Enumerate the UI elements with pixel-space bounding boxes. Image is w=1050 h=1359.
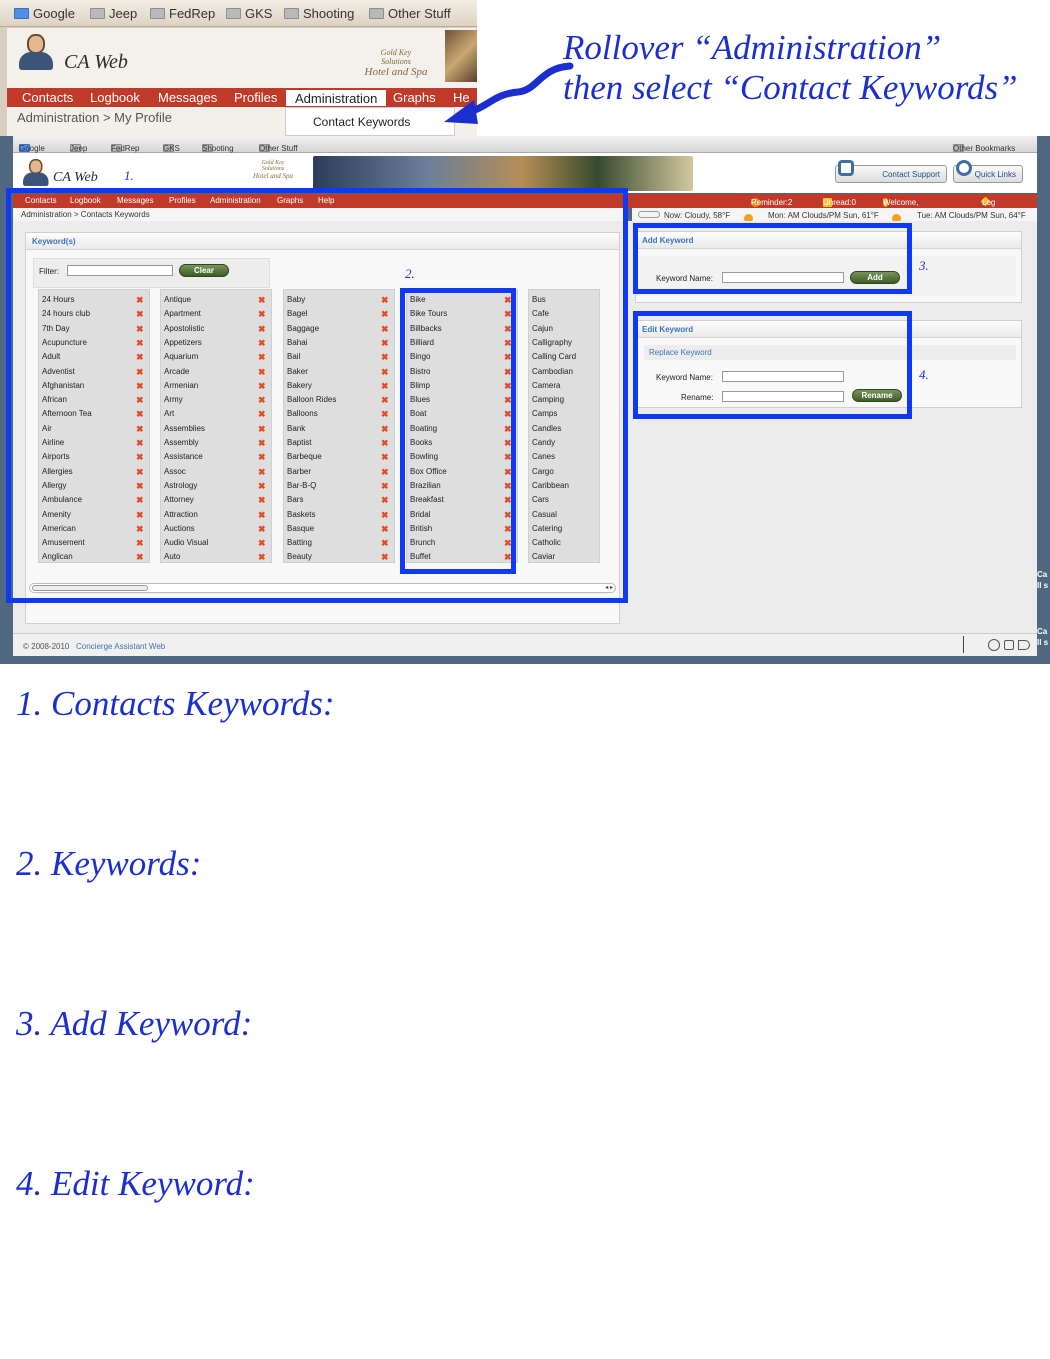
label-edit-keyword: 4. Edit Keyword: [16, 1164, 255, 1203]
annotation-arrow-icon [444, 62, 574, 124]
weather-bar: Now: Cloudy, 58°F Mon: AM Clouds/PM Sun,… [632, 208, 1037, 223]
quick-links-button[interactable]: Quick Links [953, 160, 1023, 183]
google-icon [14, 8, 29, 19]
instruction-annotation: Rollover “Administration” then select “C… [563, 28, 1018, 107]
marker-4: 4. [919, 367, 929, 382]
link-icon [956, 160, 972, 176]
footer: © 2008-2010 Concierge Assistant Web [13, 633, 1037, 656]
menu-item-contact-keywords[interactable]: Contact Keywords [285, 107, 455, 136]
hotel-banner-photo [313, 156, 693, 191]
label-keywords: 2. Keywords: [16, 844, 202, 883]
highlight-box-4 [633, 311, 912, 419]
highlight-box-2 [400, 288, 516, 574]
avatar-icon [19, 34, 53, 74]
folder-icon [284, 8, 299, 19]
bookmark-google[interactable]: Google [14, 6, 75, 21]
app-header: CA Web Gold Key Solutions Hotel and Spa … [13, 153, 1037, 193]
highlight-box-1 [6, 188, 628, 603]
nav-graphs[interactable]: Graphs [393, 90, 436, 105]
nav-contacts[interactable]: Contacts [22, 90, 73, 105]
folder-icon [226, 8, 241, 19]
clock-icon[interactable] [988, 639, 1000, 651]
chat-icon [838, 160, 854, 176]
app-title: CA Web [64, 51, 128, 73]
label-add-keyword: 3. Add Keyword: [16, 1004, 253, 1043]
settings-icon[interactable] [1004, 640, 1014, 650]
sound-icon[interactable] [1018, 640, 1030, 650]
bookmark-other-stuff[interactable]: Other Stuff [369, 6, 451, 21]
label-contacts-keywords: 1. Contacts Keywords: [16, 684, 335, 723]
copyright: © 2008-2010 [23, 642, 70, 651]
nav-administration[interactable]: Administration [285, 89, 388, 107]
bookmark-fedrep[interactable]: FedRep [150, 6, 215, 21]
folder-icon [150, 8, 165, 19]
nav-logbook[interactable]: Logbook [90, 90, 140, 105]
bookmark-jeep[interactable]: Jeep [90, 6, 137, 21]
folder-icon [90, 8, 105, 19]
nav-messages[interactable]: Messages [158, 90, 217, 105]
bookmarks-bar: Google Jeep FedRep GKS Shooting Other St… [0, 0, 477, 27]
marker-1: 1. [124, 168, 134, 183]
cropped-screenshot: Google Jeep FedRep GKS Shooting Other St… [0, 0, 477, 136]
highlight-box-3 [633, 223, 912, 294]
bookmark-shooting[interactable]: Shooting [284, 6, 354, 21]
hotel-logo: Gold Key Solutions Hotel and Spa [252, 160, 294, 180]
marker-3: 3. [919, 258, 929, 273]
nav-profiles[interactable]: Profiles [234, 90, 277, 105]
avatar-icon [23, 159, 49, 186]
hotel-logo: Gold Key Solutions Hotel and Spa [364, 48, 428, 78]
footer-link[interactable]: Concierge Assistant Web [76, 642, 165, 651]
app-title: CA Web [53, 170, 98, 185]
marker-2: 2. [405, 266, 415, 281]
bookmarks-bar: Google Jeep FedRep GKS Shooting Other St… [13, 136, 1037, 153]
folder-icon [369, 8, 384, 19]
bookmark-gks[interactable]: GKS [226, 6, 272, 21]
app-header: CA Web Gold Key Solutions Hotel and Spa [7, 28, 477, 88]
contact-support-button[interactable]: Contact Support [835, 160, 947, 183]
nav-bar: Contacts Logbook Messages Profiles Admin… [7, 88, 477, 107]
main-screenshot: Google Jeep FedRep GKS Shooting Other St… [0, 136, 1050, 664]
cloud-icon [638, 211, 660, 218]
